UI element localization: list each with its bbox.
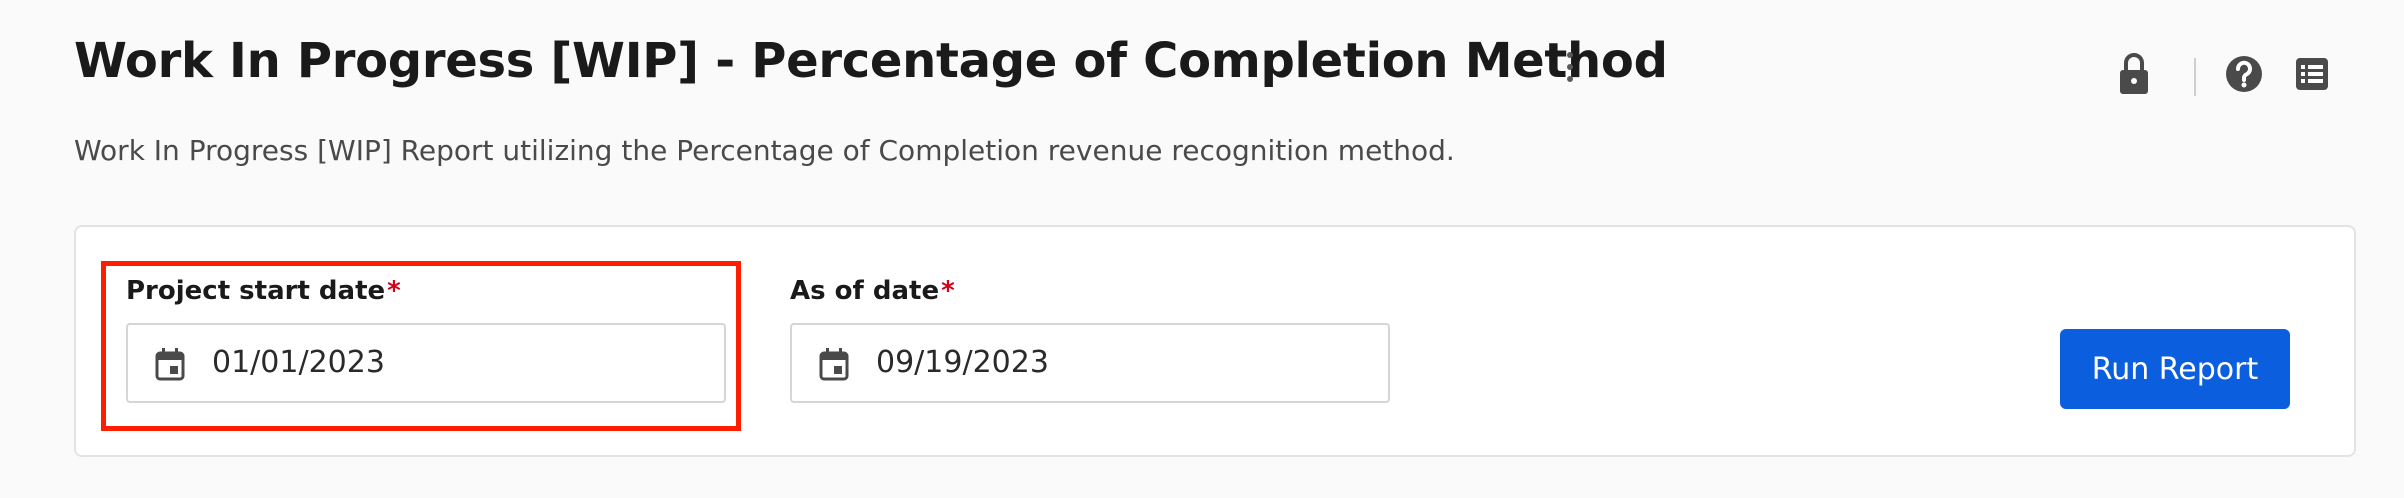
more-vertical-icon[interactable] xyxy=(1554,48,1586,98)
page-header: Work In Progress [WIP] - Percentage of C… xyxy=(74,30,2364,100)
required-indicator: * xyxy=(941,276,955,306)
run-report-button[interactable]: Run Report xyxy=(2060,329,2290,409)
required-indicator: * xyxy=(387,276,401,306)
page-description: Work In Progress [WIP] Report utilizing … xyxy=(74,134,1455,167)
report-page: Work In Progress [WIP] - Percentage of C… xyxy=(0,0,2404,498)
as-of-date-value: 09/19/2023 xyxy=(876,345,1049,380)
as-of-date-input[interactable]: 09/19/2023 xyxy=(790,323,1390,403)
project-start-date-label: Project start date* xyxy=(126,276,401,306)
project-start-date-input[interactable]: 01/01/2023 xyxy=(126,323,726,403)
page-title: Work In Progress [WIP] - Percentage of C… xyxy=(74,33,1668,89)
as-of-date-label: As of date* xyxy=(790,276,955,306)
lock-icon[interactable] xyxy=(2114,50,2154,98)
project-start-date-field: Project start date* 01/01/2023 xyxy=(126,273,726,403)
calendar-icon[interactable] xyxy=(818,347,850,381)
project-start-date-value: 01/01/2023 xyxy=(212,345,385,380)
as-of-date-field: As of date* 09/19/2023 xyxy=(790,273,1390,403)
list-icon[interactable] xyxy=(2292,50,2332,98)
calendar-icon[interactable] xyxy=(154,347,186,381)
report-parameters-card: Project start date* 01/01/2023 As of dat… xyxy=(74,225,2356,457)
help-circle-icon[interactable] xyxy=(2224,50,2264,98)
header-divider xyxy=(2194,58,2196,96)
